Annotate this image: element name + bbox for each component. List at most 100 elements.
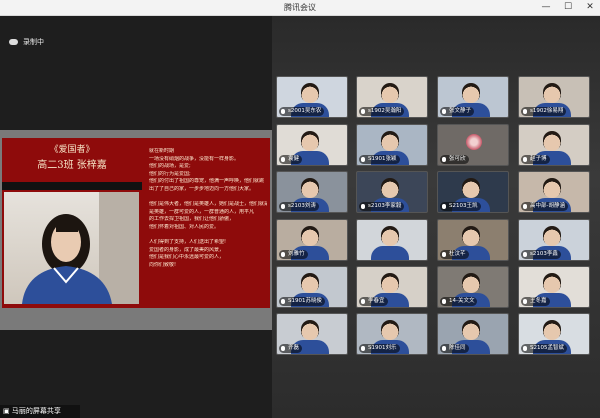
participant-tile[interactable]: S1901苏晓俊 [276, 266, 348, 308]
participant-name-text: 齐磊 [288, 345, 300, 351]
participant-tile[interactable]: 王冬嘉 [518, 266, 590, 308]
participant-name-text: 高中部-胡静涵 [530, 203, 565, 209]
poem-line: 一场没有硝烟的战争，没能有一样身影。 [149, 155, 240, 162]
participant-video [462, 273, 480, 293]
participant-name: 刘雅竹 [279, 250, 308, 259]
participant-video [301, 226, 319, 246]
participant-name: s2103刘涛 [279, 202, 319, 211]
maximize-button[interactable]: ☐ [561, 1, 575, 14]
participant-name-text: 陈佳同 [449, 345, 466, 351]
participant-name-text: 赵子博 [530, 156, 547, 162]
participant-tile[interactable]: 张可欣 [437, 124, 509, 166]
microphone-icon [281, 157, 285, 162]
participant-tile[interactable]: S2105孟智斌 [518, 313, 590, 355]
participant-name-text: s1902吴瀚阳 [368, 108, 402, 114]
participant-name: S1901苏晓俊 [279, 297, 325, 306]
participant-tile[interactable]: 张文静子 [437, 76, 509, 118]
participant-tile[interactable]: s2103刘涛 [276, 171, 348, 213]
participant-tile[interactable]: S2103王凯 [437, 171, 509, 213]
participant-video [543, 131, 561, 151]
microphone-icon [361, 346, 365, 351]
participant-name: S1901张颖 [359, 155, 400, 164]
participant-name-text: s2103李鑫 [530, 251, 558, 257]
participant-tile[interactable]: 杜汶芊 [437, 219, 509, 261]
participant-video [543, 83, 561, 103]
participant-tile[interactable] [356, 219, 428, 261]
microphone-icon [361, 109, 365, 114]
screen-share-label: 马丽的屏幕共享 [11, 407, 61, 415]
participant-tile[interactable]: 14-关文文 [437, 266, 509, 308]
slide-title: 《爱国者》 [49, 145, 95, 155]
participant-name: 李春宜 [359, 297, 388, 306]
participant-name: S1901刘乐 [359, 344, 400, 353]
microphone-icon [361, 299, 365, 304]
slide-subtitle: 高二3班 张梓嘉 [37, 160, 107, 171]
participant-tile[interactable]: S1901张颖 [356, 124, 428, 166]
participant-name: s2001吴东农 [279, 107, 325, 116]
microphone-icon [442, 204, 446, 209]
window-title: 腾讯会议 [284, 3, 316, 12]
participant-tile[interactable]: S1901刘乐 [356, 313, 428, 355]
minimize-button[interactable]: — [539, 1, 553, 14]
participant-tile[interactable]: 刘雅竹 [276, 219, 348, 261]
avatar [466, 134, 482, 150]
cloud-icon [9, 39, 18, 45]
microphone-icon [281, 109, 285, 114]
microphone-icon [523, 204, 527, 209]
microphone-icon [442, 157, 446, 162]
participant-name: 张文静子 [440, 107, 475, 116]
participant-name: S2105孟智斌 [521, 344, 567, 353]
participant-name: s1902吴瀚阳 [359, 107, 405, 116]
meeting-area: 录制中 《爱国者》 高二3班 张梓嘉 就在新时期 一场没有硝烟的战争，没能有一样身… [0, 16, 600, 418]
participant-tile[interactable]: 李春宜 [356, 266, 428, 308]
microphone-icon [281, 299, 285, 304]
participant-video [301, 320, 319, 340]
shared-screen-panel: 录制中 《爱国者》 高二3班 张梓嘉 就在新时期 一场没有硝烟的战争，没能有一样身… [0, 16, 272, 418]
participant-name: 陈佳同 [440, 344, 469, 353]
participant-tile[interactable]: s1902徐易翔 [518, 76, 590, 118]
participant-video [381, 320, 399, 340]
participant-tile[interactable]: s2103李家毅 [356, 171, 428, 213]
microphone-icon [523, 299, 527, 304]
participant-video [381, 131, 399, 151]
participant-name: 齐磊 [279, 344, 303, 353]
participant-name-text: 杜汶芊 [449, 251, 466, 257]
microphone-icon [442, 299, 446, 304]
participant-tile[interactable]: s2103李鑫 [518, 219, 590, 261]
poem-line: 人们得到了支持，人们送出了希望! [149, 239, 227, 246]
participant-name: 赵子博 [521, 155, 550, 164]
poem-line [149, 232, 267, 240]
microphone-icon [523, 109, 527, 114]
participant-tile[interactable]: 赵子博 [518, 124, 590, 166]
participant-tile[interactable]: s2001吴东农 [276, 76, 348, 118]
participant-name-text: 刘雅竹 [288, 251, 305, 257]
poem-line: 他们的付出了祖国的尊宠，他满一声呼唤，他们就跳 [149, 178, 265, 185]
participant-tile[interactable]: 陈佳同 [437, 313, 509, 355]
microphone-icon [523, 157, 527, 162]
participant-name-text: 张文静子 [449, 108, 472, 114]
participant-tile[interactable]: 袁健 [276, 124, 348, 166]
window-titlebar: 腾讯会议 — ☐ ✕ [0, 0, 600, 16]
participant-tile[interactable]: 高中部-胡静涵 [518, 171, 590, 213]
poem-line: 就在新时期 [149, 148, 175, 154]
participant-video [301, 83, 319, 103]
poem-line: 他们怀着对祖国、对人民的爱。 [149, 223, 220, 230]
poem-line [149, 194, 267, 202]
close-button[interactable]: ✕ [583, 1, 597, 14]
microphone-icon [523, 252, 527, 257]
participant-video [301, 131, 319, 151]
slide-poem: 就在新时期 一场没有硝烟的战争，没能有一样身影。 他们的战场，是爱; 他们的行为是爱国… [149, 148, 267, 270]
poem-line: 是英雄，一群可爱的人，一群普通的人，用平凡 [149, 208, 255, 215]
participant-name-text: S1901刘乐 [368, 345, 397, 351]
screen-share-tag[interactable]: ▣ 马丽的屏幕共享 [0, 405, 80, 418]
participant-tile[interactable]: s1902吴瀚阳 [356, 76, 428, 118]
microphone-icon [361, 157, 365, 162]
participant-name-text: S1901张颖 [368, 156, 397, 162]
microphone-icon [442, 346, 446, 351]
participant-name: 袁健 [279, 155, 303, 164]
poem-line: 出了了自己的家，一步步地迈向一方他们大家。 [149, 185, 255, 192]
participant-video [543, 273, 561, 293]
participant-tile[interactable]: 齐磊 [276, 313, 348, 355]
presenter-photo [4, 192, 139, 304]
poem-line: 的工作去捍卫祖国，我们让他们骄傲， [149, 216, 235, 223]
